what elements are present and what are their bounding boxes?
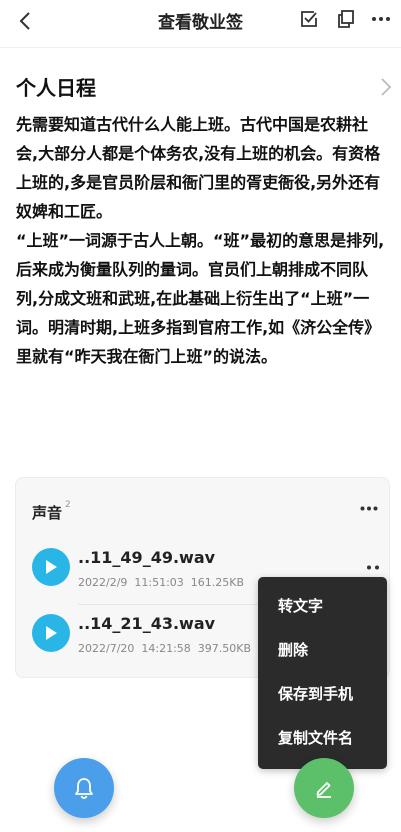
reminder-button[interactable]: [54, 758, 114, 818]
copy-button[interactable]: [333, 6, 359, 32]
audio-filename: ..14_21_43.wav: [78, 614, 216, 633]
check-button[interactable]: [296, 6, 322, 32]
audio-item-more-button[interactable]: [362, 560, 384, 574]
note-heading: 个人日程: [16, 76, 96, 100]
note-paragraph: “上班”一词源于古人上朝。“班”最初的意思是排列,后来成为衡量队列的量词。官员们…: [16, 231, 385, 366]
note-paragraph: 先需要知道古代什么人能上班。古代中国是农耕社会,大部分人都是个体务农,没有上班的…: [16, 115, 381, 221]
audio-card-more-button[interactable]: [356, 498, 382, 518]
audio-section-title: 声音: [32, 504, 63, 522]
more-horizontal-icon: [360, 506, 378, 510]
chevron-right-icon[interactable]: [377, 76, 395, 98]
audio-context-menu: 转文字 删除 保存到手机 复制文件名: [258, 577, 387, 769]
play-button[interactable]: [32, 548, 70, 586]
menu-item-transcribe[interactable]: 转文字: [278, 595, 323, 616]
audio-filename: ..11_49_49.wav: [78, 548, 216, 567]
play-icon: [46, 560, 57, 574]
audio-meta: 2022/2/9 11:51:03 161.25KB: [78, 576, 245, 589]
chevron-left-icon: [19, 12, 30, 30]
audio-count-badge: 2: [65, 500, 71, 510]
more-horizontal-icon: [372, 17, 390, 21]
menu-item-save-to-phone[interactable]: 保存到手机: [278, 683, 353, 704]
pencil-icon: [316, 782, 331, 798]
play-button[interactable]: [32, 614, 70, 652]
menu-item-delete[interactable]: 删除: [278, 639, 308, 660]
more-button[interactable]: [368, 6, 394, 32]
back-button[interactable]: [10, 6, 40, 36]
menu-item-copy-filename[interactable]: 复制文件名: [278, 727, 353, 748]
edit-button[interactable]: [294, 758, 354, 818]
top-bar: 查看敬业签: [0, 0, 401, 48]
bell-icon: [75, 778, 93, 799]
audio-meta: 2022/7/20 14:21:58 397.50KB: [78, 642, 252, 655]
checkbox-icon: [301, 11, 317, 27]
play-icon: [46, 626, 57, 640]
more-horizontal-icon: [367, 565, 379, 569]
copy-icon: [338, 10, 354, 28]
note-body: 先需要知道古代什么人能上班。古代中国是农耕社会,大部分人都是个体务农,没有上班的…: [16, 110, 388, 371]
